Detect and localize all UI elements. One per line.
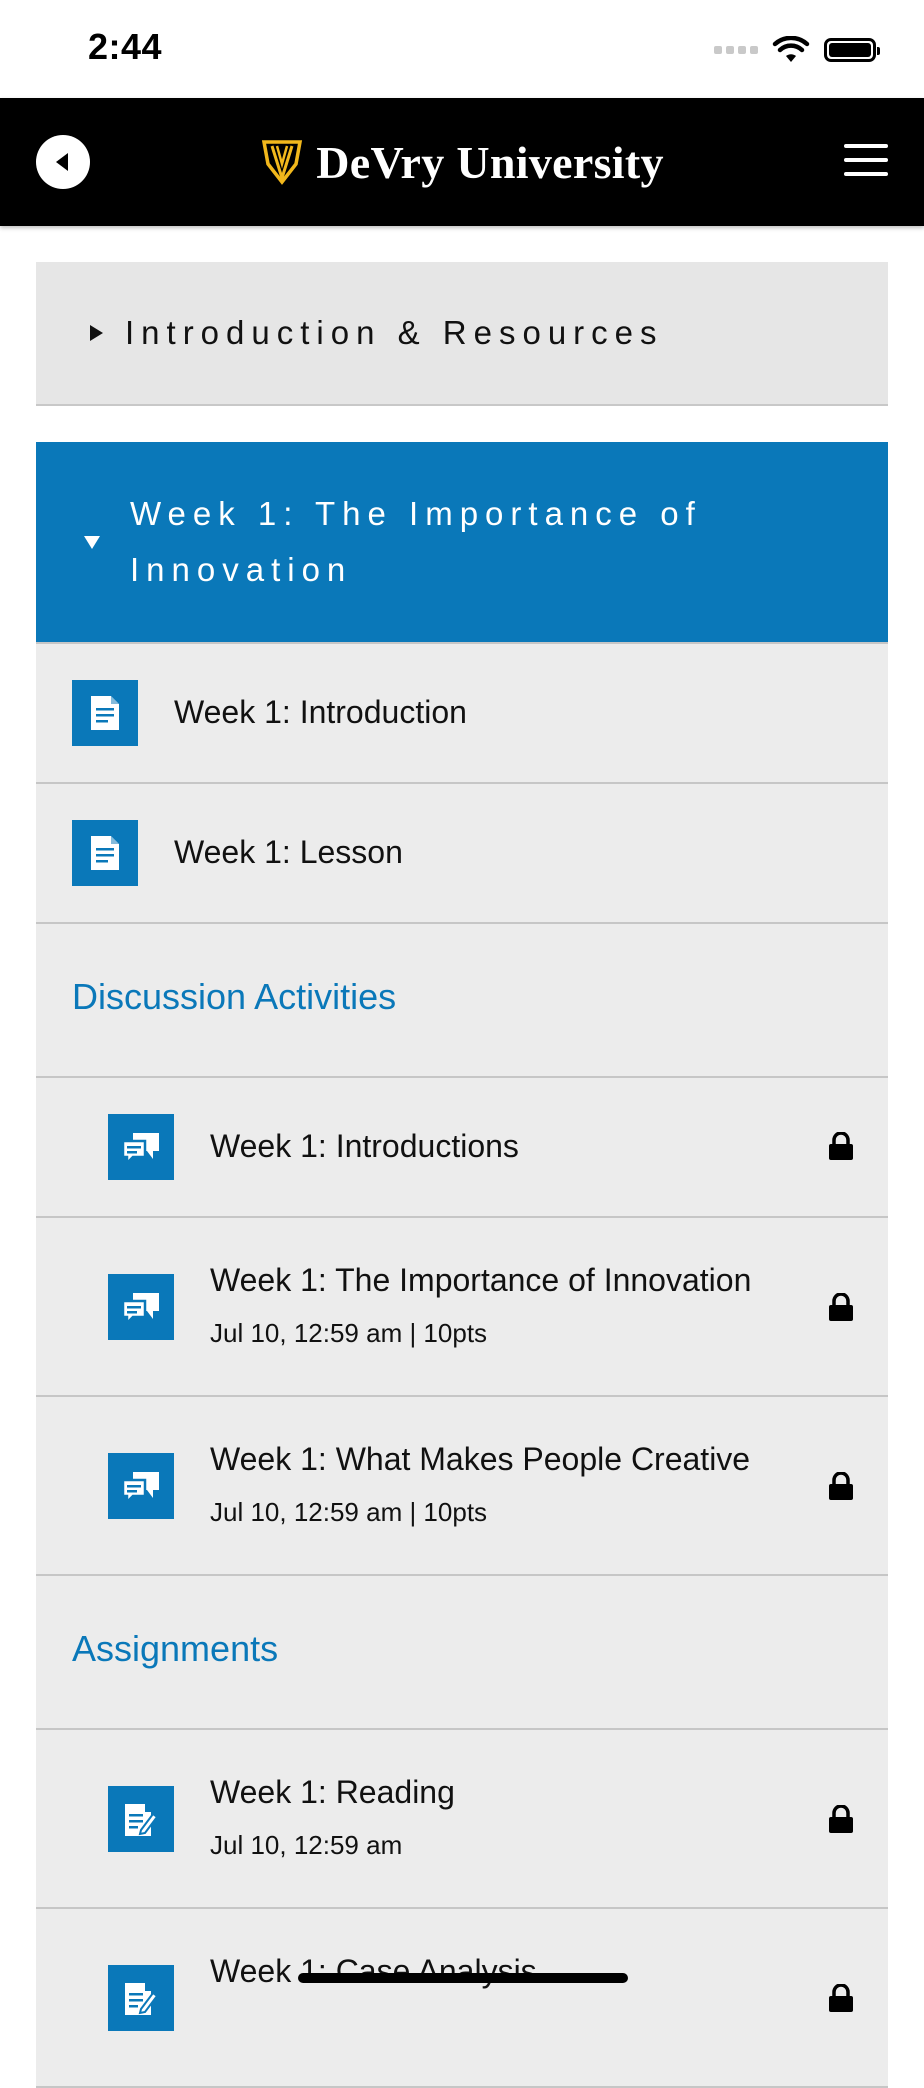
item-title: Week 1: Case Analysis bbox=[210, 1953, 537, 1989]
item-due-date: Jul 10, 12:59 am | 10pts bbox=[210, 1497, 488, 1527]
discussion-icon bbox=[108, 1114, 174, 1180]
item-title: Week 1: Reading bbox=[210, 1774, 455, 1810]
signal-icon bbox=[714, 46, 758, 54]
course-content: Introduction & Resources Week 1: The Imp… bbox=[36, 262, 888, 2088]
section-introduction-resources[interactable]: Introduction & Resources bbox=[36, 262, 888, 406]
item-title: Week 1: Introduction bbox=[174, 694, 467, 730]
document-icon bbox=[72, 820, 138, 886]
item-title: Week 1: The Importance of Innovation bbox=[210, 1262, 752, 1298]
item-title: Week 1: Lesson bbox=[174, 834, 403, 870]
list-item-assignment-reading[interactable]: Week 1: Reading Jul 10, 12:59 am bbox=[36, 1730, 888, 1909]
app-header: DeVry University bbox=[0, 98, 924, 226]
group-heading-assignments: Assignments bbox=[36, 1576, 888, 1730]
discussion-icon bbox=[108, 1453, 174, 1519]
assignment-icon bbox=[108, 1965, 174, 2031]
status-time: 2:44 bbox=[88, 26, 163, 67]
group-heading-label: Discussion Activities bbox=[72, 976, 397, 1017]
item-title: Week 1: Introductions bbox=[210, 1128, 519, 1164]
assignment-icon bbox=[108, 1786, 174, 1852]
list-item-week1-lesson[interactable]: Week 1: Lesson bbox=[36, 784, 888, 924]
lock-icon bbox=[829, 1132, 853, 1160]
list-item-assignment-case-analysis[interactable]: Week 1: Case Analysis bbox=[36, 1909, 888, 2088]
group-heading-discussion: Discussion Activities bbox=[36, 924, 888, 1078]
section-week-1[interactable]: Week 1: The Importance of Innovation bbox=[36, 442, 888, 642]
collapse-triangle-icon bbox=[84, 535, 100, 549]
item-title: Week 1: What Makes People Creative bbox=[210, 1441, 751, 1477]
status-icons bbox=[714, 32, 880, 68]
wifi-icon bbox=[772, 36, 810, 62]
group-heading-label: Assignments bbox=[72, 1628, 279, 1669]
devry-shield-logo-icon bbox=[262, 140, 303, 185]
document-icon bbox=[72, 680, 138, 746]
list-item-discussion-introductions[interactable]: Week 1: Introductions bbox=[36, 1078, 888, 1218]
brand: DeVry University bbox=[0, 98, 924, 226]
menu-button[interactable] bbox=[844, 140, 888, 180]
discussion-icon bbox=[108, 1274, 174, 1340]
list-item-week1-introduction[interactable]: Week 1: Introduction bbox=[36, 642, 888, 784]
lock-icon bbox=[829, 1984, 853, 2012]
lock-icon bbox=[829, 1805, 853, 1833]
home-indicator[interactable] bbox=[298, 1973, 628, 1983]
item-due-date: Jul 10, 12:59 am | 10pts bbox=[210, 1318, 488, 1348]
expand-triangle-icon bbox=[90, 325, 103, 341]
list-item-discussion-what-makes-people-creative[interactable]: Week 1: What Makes People Creative Jul 1… bbox=[36, 1397, 888, 1576]
lock-icon bbox=[829, 1472, 853, 1500]
section-title: Week 1: The Importance of Innovation bbox=[130, 495, 702, 588]
item-due-date: Jul 10, 12:59 am bbox=[210, 1830, 403, 1860]
battery-icon bbox=[824, 38, 880, 62]
section-title: Introduction & Resources bbox=[125, 314, 664, 351]
status-bar: 2:44 bbox=[0, 0, 924, 98]
list-item-discussion-importance-of-innovation[interactable]: Week 1: The Importance of Innovation Jul… bbox=[36, 1218, 888, 1397]
lock-icon bbox=[829, 1293, 853, 1321]
brand-name: DeVry University bbox=[316, 136, 664, 188]
